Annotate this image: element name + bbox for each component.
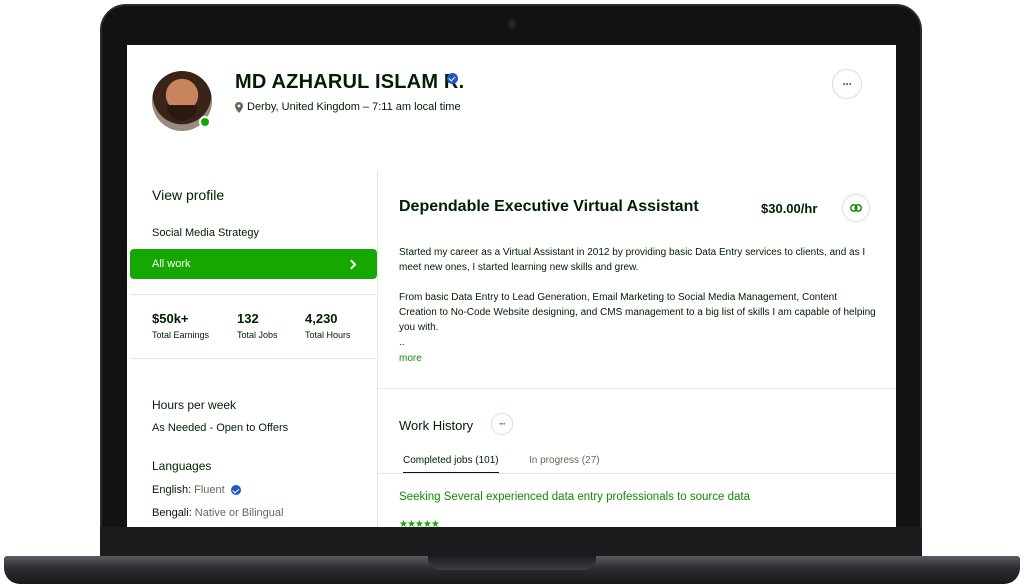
- language-bengali: Bengali: Native or Bilingual: [152, 507, 284, 519]
- overview-paragraph-1: Started my career as a Virtual Assistant…: [399, 247, 866, 273]
- work-history-more-button[interactable]: ···: [491, 413, 513, 435]
- job-title-link[interactable]: Seeking Several experienced data entry p…: [399, 491, 750, 503]
- all-work-item[interactable]: All work: [130, 249, 377, 279]
- hourly-rate: $30.00/hr: [761, 201, 818, 216]
- specialty-item[interactable]: Social Media Strategy: [152, 227, 259, 239]
- work-history-heading: Work History: [399, 418, 474, 433]
- camera-icon: [508, 20, 516, 28]
- more-link[interactable]: more: [399, 353, 422, 364]
- languages-heading: Languages: [152, 459, 212, 473]
- link-icon: [850, 204, 862, 212]
- profile-title: Dependable Executive Virtual Assistant: [399, 198, 699, 215]
- divider: [377, 388, 896, 389]
- divider: [377, 473, 896, 474]
- rating-stars: ★★★★★: [399, 519, 440, 527]
- all-work-label: All work: [152, 258, 191, 270]
- tab-completed-jobs[interactable]: Completed jobs (101): [403, 455, 499, 474]
- location-pin-icon: [235, 101, 243, 113]
- verified-badge-icon: [447, 73, 458, 84]
- overview-ellipsis: ..: [399, 337, 405, 348]
- more-options-button[interactable]: ···: [832, 69, 862, 99]
- screen: MD AZHARUL ISLAM R. Derby, United Kingdo…: [127, 45, 896, 527]
- overview-paragraph-2: From basic Data Entry to Lead Generation…: [399, 292, 876, 333]
- profile-location: Derby, United Kingdom – 7:11 am local ti…: [235, 101, 461, 113]
- online-status-icon: [199, 116, 211, 128]
- divider: [130, 294, 377, 295]
- language-english: English: Fluent: [152, 484, 241, 496]
- profile-name: MD AZHARUL ISLAM R.: [235, 71, 465, 93]
- location-text: Derby, United Kingdom – 7:11 am local ti…: [247, 101, 461, 113]
- hours-per-week-heading: Hours per week: [152, 398, 237, 412]
- laptop-chin: [100, 527, 922, 557]
- stat-total-earnings: $50k+ Total Earnings: [152, 311, 210, 340]
- hours-per-week-value: As Needed - Open to Offers: [152, 422, 289, 434]
- tab-in-progress[interactable]: In progress (27): [529, 455, 600, 466]
- laptop-notch: [428, 556, 596, 570]
- verified-language-icon: [230, 485, 241, 495]
- stat-total-hours: 4,230 Total Hours: [305, 311, 351, 340]
- view-profile-heading: View profile: [152, 187, 225, 203]
- copy-link-button[interactable]: [842, 194, 870, 222]
- chevron-right-icon: [346, 259, 357, 269]
- stat-total-jobs: 132 Total Jobs: [237, 311, 278, 340]
- laptop-mockup: MD AZHARUL ISLAM R. Derby, United Kingdo…: [0, 0, 1024, 588]
- divider: [130, 358, 377, 359]
